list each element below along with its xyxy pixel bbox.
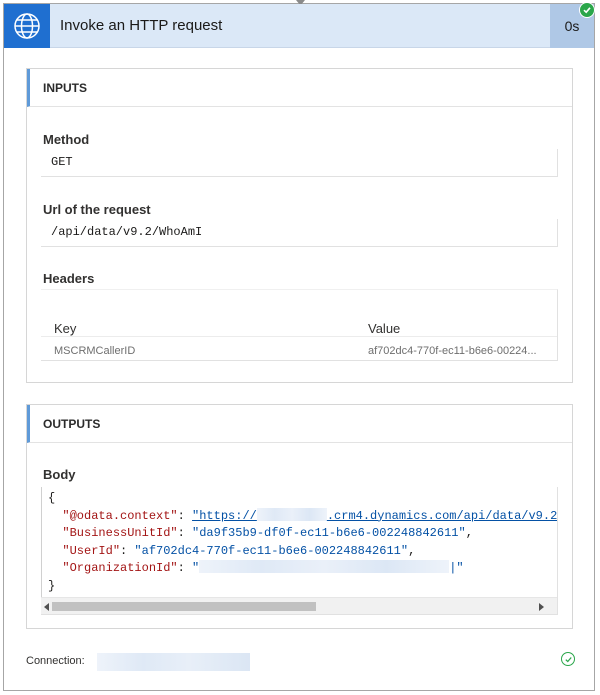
outputs-section: OUTPUTS Body { "@odata.context": "https:…: [26, 404, 573, 629]
globe-icon: [4, 4, 50, 48]
action-card: Invoke an HTTP request 0s INPUTS Method …: [3, 0, 595, 691]
inputs-section: INPUTS Method GET Url of the request /ap…: [26, 68, 573, 383]
headers-label: Headers: [43, 271, 95, 286]
json-open-brace: {: [48, 491, 56, 505]
header-row-value: af702dc4-770f-ec11-b6e6-00224...: [368, 345, 537, 357]
redacted-organization-id: [199, 560, 450, 573]
connection-label: Connection:: [26, 655, 85, 667]
orgid-quote-open: ": [192, 561, 200, 575]
json-colon: :: [177, 508, 193, 523]
json-key-businessunitid: "BusinessUnitId": [62, 526, 178, 540]
orgid-quote-close: |": [449, 561, 464, 575]
headers-value-column: Value: [368, 321, 401, 336]
json-key-odata-context: "@odata.context": [62, 508, 178, 523]
json-value-organizationid: " |": [192, 560, 464, 575]
json-close-brace: }: [48, 578, 56, 593]
check-circle-icon: [561, 652, 575, 666]
redacted-org-name: [256, 507, 327, 521]
method-label: Method: [43, 132, 90, 147]
json-value-userid: "af702dc4-770f-ec11-b6e6-002248842611": [134, 543, 409, 558]
json-comma: ,: [465, 526, 473, 540]
odata-url-prefix: "https://: [192, 508, 257, 523]
odata-url-suffix: .crm4.dynamics.com/api/data/v9.2: [326, 508, 558, 523]
json-value-businessunitid: "da9f35b9-df0f-ec11-b6e6-002248842611": [192, 526, 466, 540]
scroll-thumb[interactable]: [52, 602, 316, 611]
body-json-viewer[interactable]: { "@odata.context": "https:// .crm4.dynam…: [41, 487, 558, 615]
scroll-left-arrow-icon[interactable]: [44, 603, 49, 611]
json-value-odata-context[interactable]: "https:// .crm4.dynamics.com/api/data/v9.…: [192, 507, 558, 523]
json-colon: :: [120, 543, 135, 558]
action-title: Invoke an HTTP request: [60, 17, 223, 34]
outputs-heading: OUTPUTS: [27, 405, 572, 443]
redacted-connection-name: [97, 653, 250, 671]
body-json: { "@odata.context": "https:// .crm4.dynam…: [48, 490, 557, 595]
json-colon: :: [177, 561, 193, 575]
json-comma: ,: [408, 543, 416, 558]
action-header[interactable]: Invoke an HTTP request 0s: [4, 4, 594, 48]
url-label: Url of the request: [43, 202, 151, 217]
method-value: GET: [41, 149, 558, 177]
success-check-icon: [579, 2, 595, 18]
inputs-heading: INPUTS: [27, 69, 572, 107]
headers-divider: [41, 336, 557, 337]
json-colon: :: [177, 526, 193, 540]
headers-table: Key Value MSCRMCallerID af702dc4-770f-ec…: [41, 289, 558, 361]
json-key-userid: "UserId": [62, 543, 121, 558]
horizontal-scrollbar[interactable]: [41, 597, 557, 614]
url-value: /api/data/v9.2/WhoAmI: [41, 219, 558, 247]
headers-key-column: Key: [54, 321, 77, 336]
gutter-line: [41, 487, 42, 597]
header-row-key: MSCRMCallerID: [54, 345, 136, 357]
body-label: Body: [43, 467, 76, 482]
json-key-organizationid: "OrganizationId": [62, 561, 178, 575]
scroll-right-arrow-icon[interactable]: [539, 603, 544, 611]
